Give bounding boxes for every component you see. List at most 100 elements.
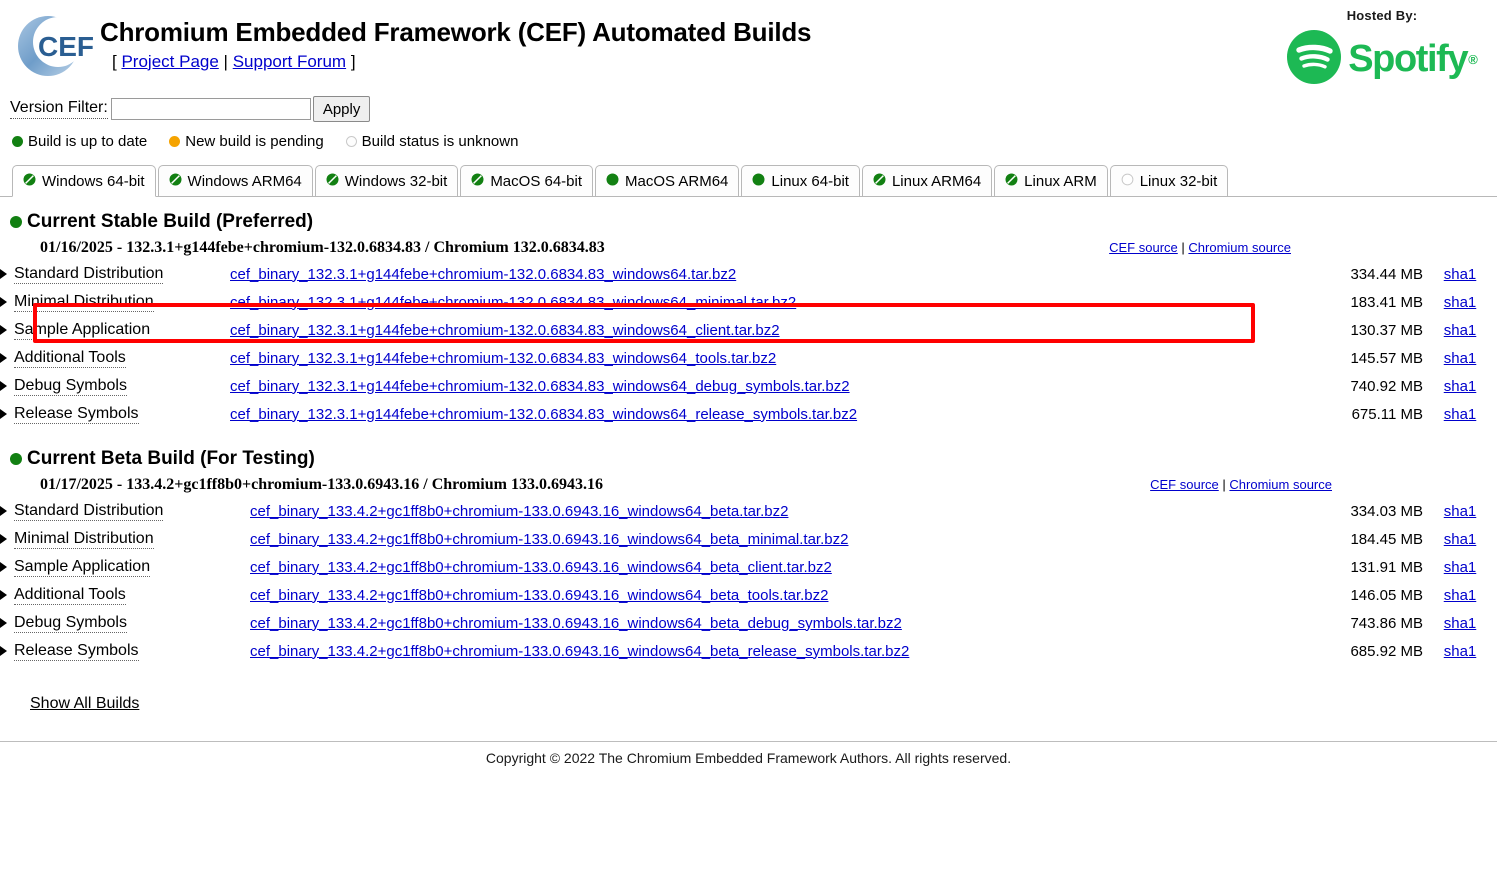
spotify-mark-icon xyxy=(1286,29,1342,89)
expand-triangle-icon[interactable] xyxy=(0,269,7,280)
legend-item-pending: New build is pending xyxy=(169,132,324,150)
download-link[interactable]: cef_binary_132.3.1+g144febe+chromium-132… xyxy=(230,322,780,339)
row-label[interactable]: Sample Application xyxy=(14,321,151,340)
expand-triangle-icon[interactable] xyxy=(0,381,7,392)
tab-linux-64-bit[interactable]: Linux 64-bit xyxy=(741,165,860,196)
tab-macos-64-bit[interactable]: MacOS 64-bit xyxy=(460,165,594,196)
expand-triangle-icon[interactable] xyxy=(0,325,7,336)
row-label-cell[interactable]: Sample Application xyxy=(0,553,230,581)
sha1-link[interactable]: sha1 xyxy=(1444,643,1477,660)
legend-label-unknown: Build status is unknown xyxy=(361,132,519,150)
row-sha-cell: sha1 xyxy=(1423,525,1497,553)
download-link[interactable]: cef_binary_132.3.1+g144febe+chromium-132… xyxy=(230,266,736,283)
chromium-source-link[interactable]: Chromium source xyxy=(1188,240,1291,255)
row-label-cell[interactable]: Release Symbols xyxy=(0,400,230,428)
row-label-cell[interactable]: Standard Distribution xyxy=(0,260,230,288)
sha1-link[interactable]: sha1 xyxy=(1444,559,1477,576)
spotify-logo[interactable]: Spotify ® xyxy=(1277,29,1487,89)
download-link[interactable]: cef_binary_133.4.2+gc1ff8b0+chromium-133… xyxy=(250,587,828,604)
cef-source-link[interactable]: CEF source xyxy=(1150,477,1219,492)
expand-triangle-icon[interactable] xyxy=(0,590,7,601)
row-label[interactable]: Additional Tools xyxy=(14,586,126,605)
expand-triangle-icon[interactable] xyxy=(0,562,7,573)
row-label-cell[interactable]: Minimal Distribution xyxy=(0,525,230,553)
support-forum-link[interactable]: Support Forum xyxy=(233,52,346,71)
version-filter-label: Version Filter: xyxy=(10,99,108,119)
sha1-link[interactable]: sha1 xyxy=(1444,406,1477,423)
tab-windows-arm64[interactable]: Windows ARM64 xyxy=(157,165,313,196)
row-label[interactable]: Minimal Distribution xyxy=(14,530,154,549)
table-row[interactable]: Minimal Distribution cef_binary_133.4.2+… xyxy=(0,525,1497,553)
version-filter-input[interactable] xyxy=(110,98,311,120)
row-label[interactable]: Debug Symbols xyxy=(14,377,127,396)
table-row[interactable]: Standard Distribution cef_binary_133.4.2… xyxy=(0,497,1497,525)
download-link[interactable]: cef_binary_133.4.2+gc1ff8b0+chromium-133… xyxy=(250,559,832,576)
download-link[interactable]: cef_binary_132.3.1+g144febe+chromium-132… xyxy=(230,294,796,311)
download-link[interactable]: cef_binary_133.4.2+gc1ff8b0+chromium-133… xyxy=(250,531,848,548)
chromium-source-link[interactable]: Chromium source xyxy=(1229,477,1332,492)
row-label-cell[interactable]: Debug Symbols xyxy=(0,372,230,400)
sha1-link[interactable]: sha1 xyxy=(1444,378,1477,395)
table-row[interactable]: Release Symbols cef_binary_133.4.2+gc1ff… xyxy=(0,637,1497,665)
sha1-link[interactable]: sha1 xyxy=(1444,266,1477,283)
row-sha-cell: sha1 xyxy=(1423,260,1497,288)
row-label[interactable]: Standard Distribution xyxy=(14,265,164,284)
bracket-open: [ xyxy=(112,51,117,71)
tab-linux-arm64[interactable]: Linux ARM64 xyxy=(861,165,993,196)
apply-button[interactable]: Apply xyxy=(312,96,371,122)
download-link[interactable]: cef_binary_133.4.2+gc1ff8b0+chromium-133… xyxy=(250,503,788,520)
download-link[interactable]: cef_binary_132.3.1+g144febe+chromium-132… xyxy=(230,378,850,395)
row-label[interactable]: Sample Application xyxy=(14,558,151,577)
sha1-link[interactable]: sha1 xyxy=(1444,322,1477,339)
row-label-cell[interactable]: Release Symbols xyxy=(0,637,230,665)
table-row[interactable]: Additional Tools cef_binary_133.4.2+gc1f… xyxy=(0,581,1497,609)
show-all-builds-link[interactable]: Show All Builds xyxy=(30,695,139,712)
row-label-cell[interactable]: Debug Symbols xyxy=(0,609,230,637)
tab-windows-32-bit[interactable]: Windows 32-bit xyxy=(314,165,459,196)
tab-linux-arm[interactable]: Linux ARM xyxy=(994,165,1108,196)
tab-macos-arm64[interactable]: MacOS ARM64 xyxy=(595,165,740,196)
row-label-cell[interactable]: Additional Tools xyxy=(0,581,230,609)
table-row[interactable]: Debug Symbols cef_binary_133.4.2+gc1ff8b… xyxy=(0,609,1497,637)
sha1-link[interactable]: sha1 xyxy=(1444,350,1477,367)
download-link[interactable]: cef_binary_133.4.2+gc1ff8b0+chromium-133… xyxy=(250,643,909,660)
row-label-cell[interactable]: Sample Application xyxy=(0,316,230,344)
download-link[interactable]: cef_binary_132.3.1+g144febe+chromium-132… xyxy=(230,406,857,423)
table-row[interactable]: Additional Tools cef_binary_132.3.1+g144… xyxy=(0,344,1497,372)
row-label-cell[interactable]: Additional Tools xyxy=(0,344,230,372)
expand-triangle-icon[interactable] xyxy=(0,353,7,364)
sha1-link[interactable]: sha1 xyxy=(1444,615,1477,632)
table-row[interactable]: Standard Distribution cef_binary_132.3.1… xyxy=(0,260,1497,288)
row-label[interactable]: Additional Tools xyxy=(14,349,126,368)
sha1-link[interactable]: sha1 xyxy=(1444,294,1477,311)
cef-source-link[interactable]: CEF source xyxy=(1109,240,1178,255)
download-link[interactable]: cef_binary_133.4.2+gc1ff8b0+chromium-133… xyxy=(250,615,902,632)
table-row[interactable]: Debug Symbols cef_binary_132.3.1+g144feb… xyxy=(0,372,1497,400)
row-label[interactable]: Debug Symbols xyxy=(14,614,127,633)
expand-triangle-icon[interactable] xyxy=(0,506,7,517)
table-row[interactable]: Minimal Distribution cef_binary_132.3.1+… xyxy=(0,288,1497,316)
row-label-cell[interactable]: Standard Distribution xyxy=(0,497,230,525)
sha1-link[interactable]: sha1 xyxy=(1444,587,1477,604)
row-label[interactable]: Standard Distribution xyxy=(14,502,164,521)
tab-linux-32-bit[interactable]: Linux 32-bit xyxy=(1109,165,1229,196)
sha1-link[interactable]: sha1 xyxy=(1444,503,1477,520)
expand-triangle-icon[interactable] xyxy=(0,409,7,420)
legend-label-pending: New build is pending xyxy=(185,132,324,150)
row-label[interactable]: Minimal Distribution xyxy=(14,293,154,312)
expand-triangle-icon[interactable] xyxy=(0,297,7,308)
row-label-cell[interactable]: Minimal Distribution xyxy=(0,288,230,316)
download-link[interactable]: cef_binary_132.3.1+g144febe+chromium-132… xyxy=(230,350,776,367)
row-label[interactable]: Release Symbols xyxy=(14,405,139,424)
tab-windows-64-bit[interactable]: Windows 64-bit xyxy=(12,165,156,197)
expand-triangle-icon[interactable] xyxy=(0,646,7,657)
project-page-link[interactable]: Project Page xyxy=(121,52,218,71)
row-label[interactable]: Release Symbols xyxy=(14,642,139,661)
sha1-link[interactable]: sha1 xyxy=(1444,531,1477,548)
table-row[interactable]: Sample Application cef_binary_132.3.1+g1… xyxy=(0,316,1497,344)
tab-label: Linux 64-bit xyxy=(771,172,849,190)
expand-triangle-icon[interactable] xyxy=(0,618,7,629)
table-row[interactable]: Release Symbols cef_binary_132.3.1+g144f… xyxy=(0,400,1497,428)
expand-triangle-icon[interactable] xyxy=(0,534,7,545)
table-row[interactable]: Sample Application cef_binary_133.4.2+gc… xyxy=(0,553,1497,581)
